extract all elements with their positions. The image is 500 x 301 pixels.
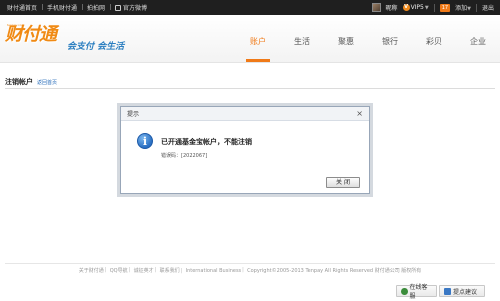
weibo-icon [115,4,122,11]
footer-link-about[interactable]: 关于财付通 [76,267,107,274]
main-nav: 账户 生活 聚惠 银行 彩贝 企业 [236,15,500,62]
site-header: tenpay.com 财付通 会支付 会生活 账户 生活 聚惠 银行 彩贝 企业 [0,15,500,63]
message-count-badge[interactable]: 17 [439,3,451,12]
tenpay-logo[interactable]: tenpay.com 财付通 [5,23,57,45]
logout-link[interactable]: 退出 [482,3,494,12]
page-title: 注销帐户 [5,78,33,86]
divider [433,3,435,12]
logo-text: 财付通 [5,24,57,45]
nav-item-caibei[interactable]: 彩贝 [412,15,456,62]
slogan: 会支付 会生活 [67,42,125,52]
nav-item-life[interactable]: 生活 [280,15,324,62]
chevron-down-icon: ▼ [424,4,429,11]
nav-item-deals[interactable]: 聚惠 [324,15,368,62]
footer-link-qq-nav[interactable]: QQ导航 [105,267,131,274]
close-button[interactable]: 关 闭 [326,177,360,188]
feedback-label: 提点建议 [453,288,478,296]
headset-icon [401,287,408,295]
vip-indicator[interactable]: V VIP5 ▼ [402,4,429,11]
feedback-button[interactable]: 提点建议 [439,285,485,297]
chevron-down-icon: ▼ [467,6,471,12]
dialog-titlebar[interactable]: 提示 × [121,107,369,121]
footer-link-jobs[interactable]: 诚征英才 [129,267,157,274]
top-link-weibo[interactable]: 官方微博 [110,3,152,12]
message-link[interactable]: 添加▼ [455,3,471,12]
alert-dialog: 提示 × i 已开通基金宝帐户，不能注销 错误码：[2022067] 关 闭 [120,106,370,194]
footer-link-contact[interactable]: 联系我们 [155,267,183,274]
footer-link-international[interactable]: International Business [181,268,245,274]
divider [475,3,477,12]
dialog-message: 已开通基金宝帐户，不能注销 [161,138,252,146]
divider [5,263,495,264]
nav-item-enterprise[interactable]: 企业 [456,15,500,62]
dialog-title: 提示 [127,111,140,118]
online-service-label: 在线客服 [409,284,428,300]
chat-icon [444,287,451,295]
top-link-mobile[interactable]: 手机财付通 [42,3,82,12]
avatar[interactable] [371,3,381,12]
top-links: 财付通首页 手机财付通 拍拍网 官方微博 [0,3,152,12]
back-home-link[interactable]: 返回首页 [37,79,57,86]
page-title-row: 注销帐户 返回首页 [5,77,57,87]
footer-copyright: Copyright©2005-2013 Tenpay All Rights Re… [242,267,424,274]
error-code: 错误码：[2022067] [161,153,208,159]
dialog-body: i 已开通基金宝帐户，不能注销 错误码：[2022067] 关 闭 [121,121,369,194]
logo-domain: tenpay.com [7,23,25,27]
vip-icon: V [402,4,410,11]
username[interactable]: 昵称 [386,3,398,12]
nav-item-bank[interactable]: 银行 [368,15,412,62]
user-area: 昵称 V VIP5 ▼ 17 添加▼ 退出 [371,3,500,12]
nav-item-account[interactable]: 账户 [236,15,280,62]
top-bar: 财付通首页 手机财付通 拍拍网 官方微博 昵称 V VIP5 ▼ 17 添加▼ 退出 [0,0,500,15]
footer: 关于财付通 QQ导航 诚征英才 联系我们 International Busin… [0,267,500,274]
top-link-paipai[interactable]: 拍拍网 [82,3,110,12]
divider [5,88,495,89]
online-service-button[interactable]: 在线客服 [396,284,437,300]
close-icon[interactable]: × [356,109,363,118]
info-icon: i [137,133,153,149]
top-link-home[interactable]: 财付通首页 [2,3,42,12]
